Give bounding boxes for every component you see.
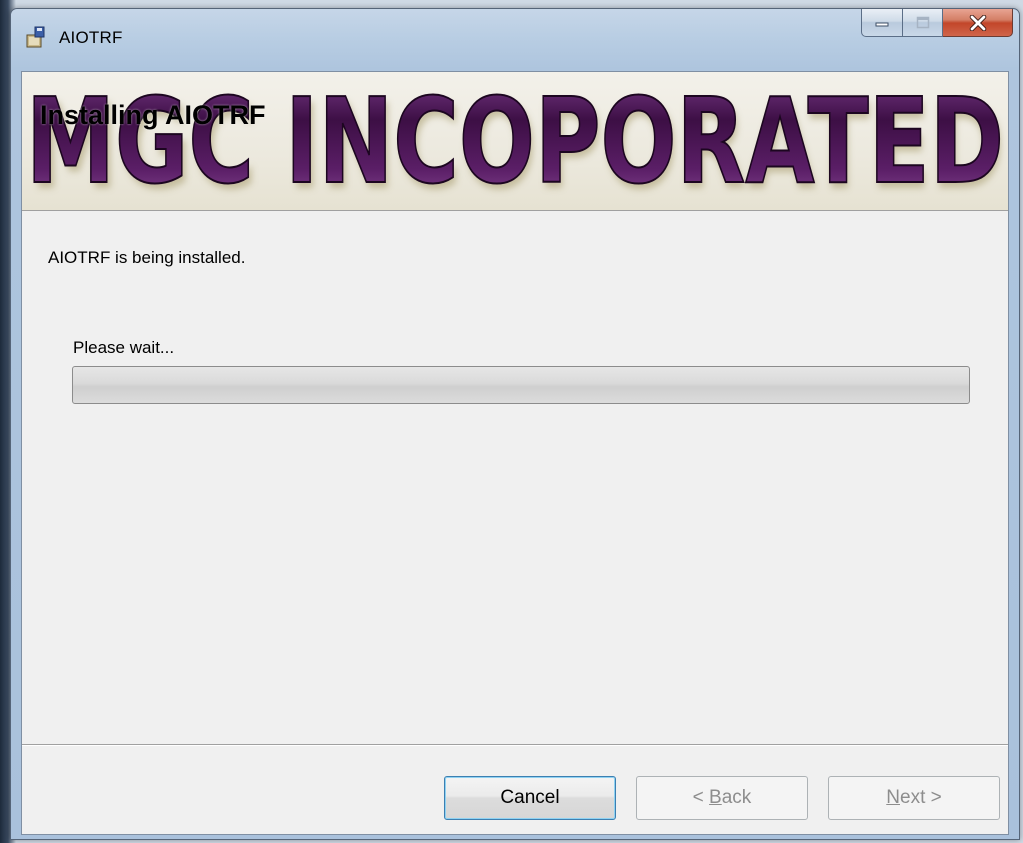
company-logo: MGC INCOPORATED MGC INCOPORATED — [25, 72, 1005, 210]
maximize-icon — [916, 16, 929, 28]
install-status-text: AIOTRF is being installed. — [48, 248, 246, 267]
caption-buttons — [861, 9, 1013, 37]
install-progress-bar — [72, 366, 970, 404]
client-area: MGC INCOPORATED MGC INCOPORATED Installi… — [21, 71, 1009, 835]
close-button[interactable] — [943, 9, 1013, 37]
next-button[interactable]: Next > — [828, 776, 1000, 820]
next-button-label: ext > — [900, 787, 942, 808]
minimize-button[interactable] — [861, 9, 903, 37]
close-icon — [969, 14, 986, 31]
title-bar[interactable]: AIOTRF — [11, 9, 1019, 71]
progress-label: Please wait... — [73, 338, 175, 357]
footer-divider — [22, 744, 1008, 746]
minimize-icon — [875, 22, 889, 26]
banner: MGC INCOPORATED MGC INCOPORATED Installi… — [22, 72, 1008, 211]
maximize-button[interactable] — [903, 9, 943, 37]
back-button-label: ack — [721, 787, 752, 808]
back-button-prefix: < — [692, 787, 710, 808]
back-button-accelerator: B — [709, 787, 722, 808]
cancel-button[interactable]: Cancel — [444, 776, 616, 820]
next-button-accelerator: N — [886, 787, 900, 808]
page-title: Installing AIOTRF — [40, 100, 266, 130]
installer-window: AIOTRF MGC INCOPORATED MGC INCOPORATED I… — [10, 8, 1020, 840]
window-title: AIOTRF — [59, 28, 123, 47]
installer-package-icon — [26, 26, 45, 48]
cancel-button-label: Cancel — [500, 787, 560, 808]
company-logo-text: MGC INCOPORATED — [26, 72, 1004, 210]
back-button[interactable]: < Back — [636, 776, 808, 820]
